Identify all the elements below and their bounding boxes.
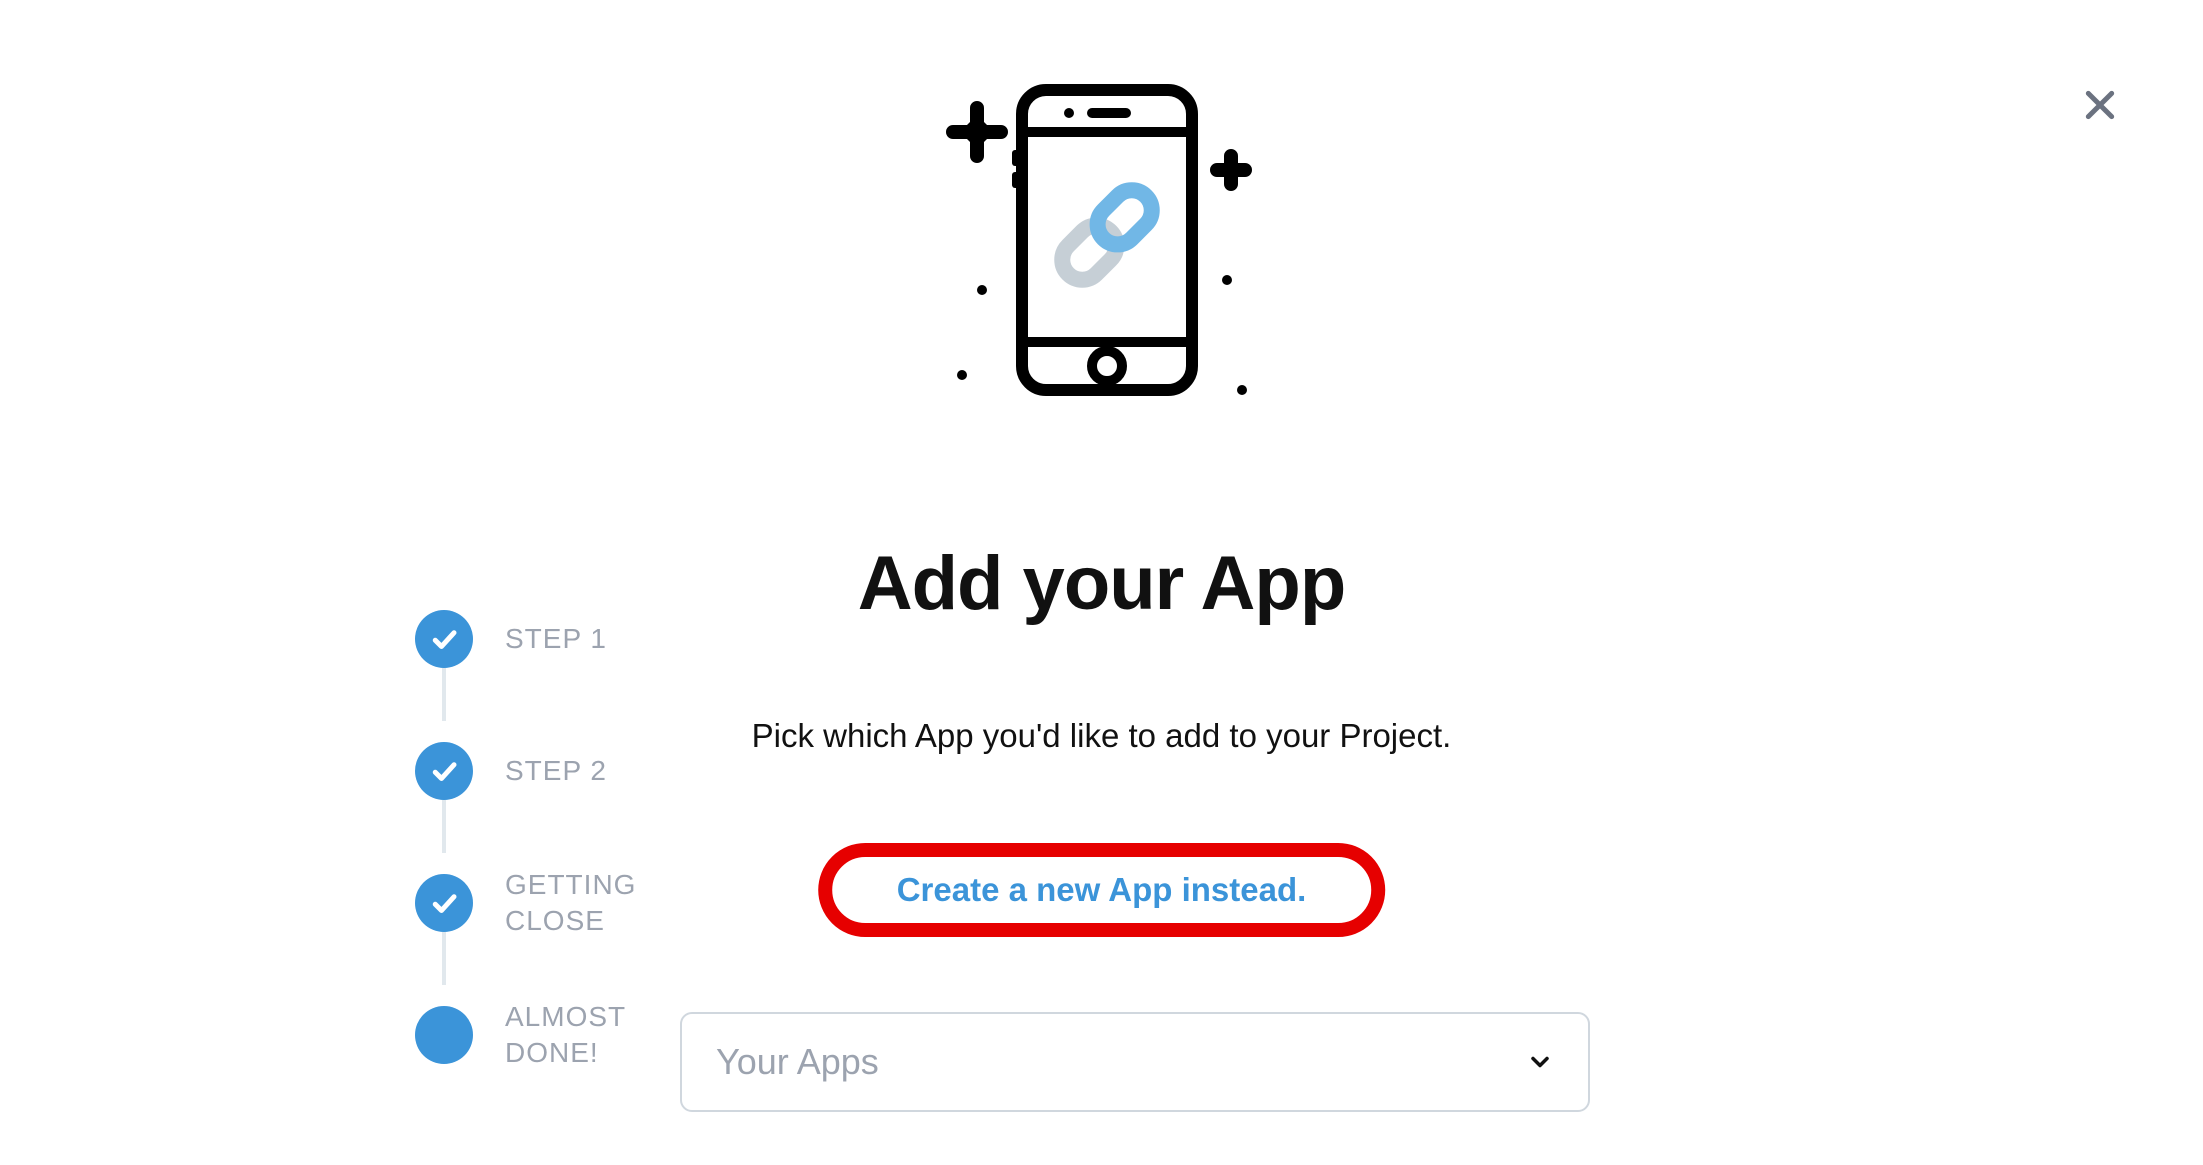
your-apps-select[interactable]: Your Apps bbox=[680, 1012, 1590, 1112]
create-new-app-link[interactable]: Create a new App instead. bbox=[897, 871, 1307, 908]
step-2: STEP 2 bbox=[415, 705, 695, 837]
step-circle bbox=[415, 742, 473, 800]
close-button[interactable] bbox=[2075, 80, 2125, 130]
phone-link-illustration bbox=[882, 60, 1322, 420]
step-label: STEP 1 bbox=[505, 621, 607, 657]
step-label: GETTING CLOSE bbox=[505, 867, 695, 940]
step-circle bbox=[415, 1006, 473, 1064]
step-circle bbox=[415, 610, 473, 668]
cta-highlight: Create a new App instead. bbox=[818, 843, 1386, 937]
check-icon bbox=[429, 756, 459, 786]
check-icon bbox=[429, 888, 459, 918]
page-title: Add your App bbox=[858, 540, 1346, 627]
step-3: GETTING CLOSE bbox=[415, 837, 695, 969]
select-placeholder: Your Apps bbox=[716, 1041, 879, 1083]
step-label: ALMOST DONE! bbox=[505, 999, 695, 1072]
close-icon bbox=[2080, 85, 2120, 125]
step-4: ALMOST DONE! bbox=[415, 969, 695, 1101]
chevron-down-icon bbox=[1526, 1048, 1554, 1076]
progress-stepper: STEP 1 STEP 2 GETTING CLOSE ALMOST DONE! bbox=[415, 573, 695, 1101]
step-circle bbox=[415, 874, 473, 932]
step-label: STEP 2 bbox=[505, 753, 607, 789]
page-subtitle: Pick which App you'd like to add to your… bbox=[692, 712, 1512, 760]
check-icon bbox=[429, 624, 459, 654]
step-1: STEP 1 bbox=[415, 573, 695, 705]
